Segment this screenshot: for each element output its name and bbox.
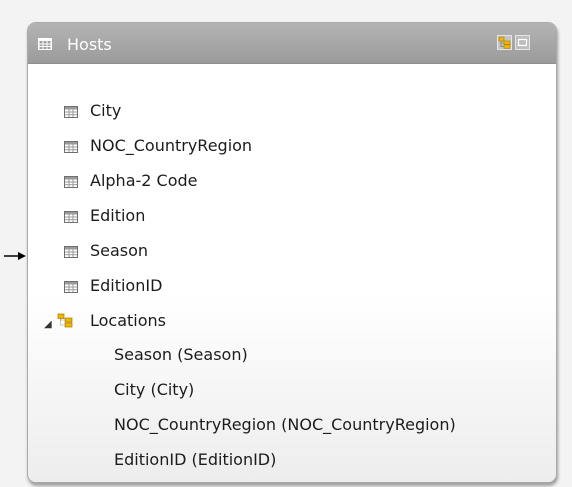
column-label: City <box>90 101 122 120</box>
hierarchy-icon <box>57 313 73 328</box>
column-label: Edition <box>90 206 146 225</box>
table-icon <box>38 38 52 50</box>
column-label: EditionID <box>90 276 163 295</box>
column-label: NOC_CountryRegion <box>90 136 253 155</box>
column-icon <box>64 281 78 293</box>
minimize-icon <box>517 38 528 47</box>
minimize-button[interactable] <box>515 35 530 50</box>
column-label: Season <box>90 241 149 260</box>
column-icon <box>64 246 78 258</box>
hosts-table-card[interactable]: Hosts City NOC_CountryRegion Alpha-2 Cod… <box>27 22 557 483</box>
table-title: Hosts <box>67 35 112 54</box>
hierarchy-level-editionid[interactable]: EditionID (EditionID) <box>114 450 276 469</box>
hierarchy-toggle-button[interactable] <box>497 35 512 50</box>
table-header[interactable]: Hosts <box>28 23 556 64</box>
hierarchy-label: Locations <box>90 311 167 330</box>
hierarchy-level-noc-countryregion[interactable]: NOC_CountryRegion (NOC_CountryRegion) <box>114 415 456 434</box>
table-body: City NOC_CountryRegion Alpha-2 Code Edit… <box>28 64 556 482</box>
relationship-arrow[interactable] <box>4 251 26 261</box>
expand-collapse-triangle-icon[interactable]: ◢ <box>44 319 52 330</box>
hierarchy-level-season[interactable]: Season (Season) <box>114 345 248 364</box>
column-icon <box>64 176 78 188</box>
hierarchy-icon <box>498 36 511 49</box>
column-label: Alpha-2 Code <box>90 171 198 190</box>
column-icon <box>64 106 78 118</box>
column-icon <box>64 211 78 223</box>
column-icon <box>64 141 78 153</box>
hierarchy-level-city[interactable]: City (City) <box>114 380 194 399</box>
diagram-canvas: Hosts City NOC_CountryRegion Alpha-2 Cod… <box>0 0 572 487</box>
